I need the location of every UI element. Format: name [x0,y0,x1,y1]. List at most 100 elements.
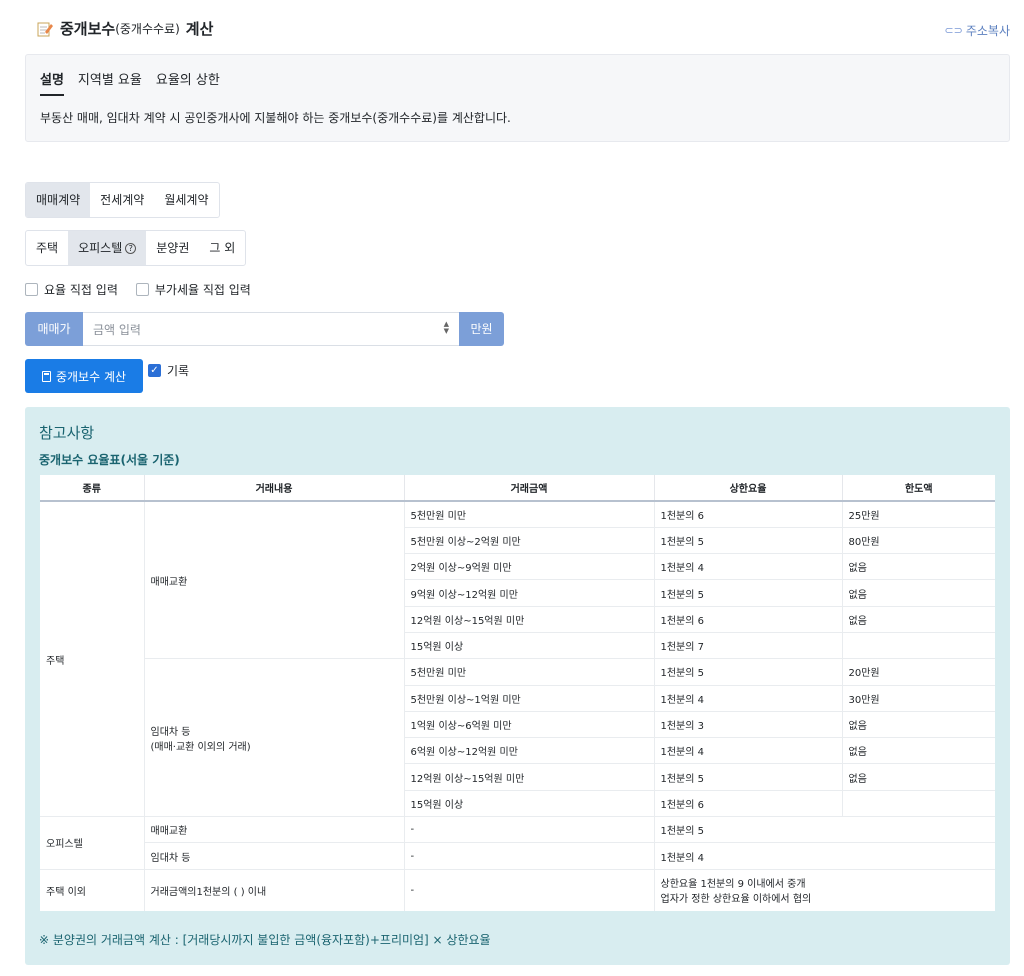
cell-rate: 1천분의 4 [654,684,843,712]
memo-icon [36,20,54,38]
cell-amount: 5천만원 미만 [404,500,655,528]
rate-manual-label: 요율 직접 입력 [44,283,118,297]
cell-amount: - [404,842,655,870]
cell-rate: 1천분의 5 [654,763,843,791]
record-check-box[interactable]: ✓ [148,364,161,377]
property-officetel-button[interactable]: 오피스텔? [68,231,147,265]
lease-sublabel: (매매·교환 이외의 거래) [150,741,251,753]
cell-limit: 30만원 [842,684,995,712]
option-checkboxes: 요율 직접 입력 부가세율 직접 입력 [25,281,251,298]
rate-manual-box[interactable] [25,283,38,296]
contract-jeonse-button[interactable]: 전세계약 [90,183,154,217]
title-tail: 계산 [185,20,214,38]
description-card: 설명 지역별 요율 요율의 상한 부동산 매매, 임대차 계약 시 공인중개사에… [25,54,1010,142]
cell-limit: 없음 [842,710,995,738]
header-rate: 상한요율 [654,475,843,502]
contract-sale-button[interactable]: 매매계약 [26,183,91,217]
header-type: 종류 [40,475,145,502]
property-presale-button[interactable]: 분양권 [146,231,199,265]
tab-description[interactable]: 설명 [40,69,64,96]
copy-address-link[interactable]: ⊂⊃ 주소복사 [944,22,1010,39]
cell-amount: 1억원 이상~6억원 미만 [404,710,655,738]
property-housing-button[interactable]: 주택 [26,231,68,265]
lease-label: 임대차 등 [150,726,191,738]
header-limit: 한도액 [842,475,995,502]
link-icon: ⊂⊃ [944,24,963,37]
reference-panel: 참고사항 중개보수 요율표(서울 기준) 종류 거래내용 거래금액 상한요율 한… [25,407,1010,965]
rate-table: 종류 거래내용 거래금액 상한요율 한도액 주택 매매교환 5천만원 미만 1천… [40,475,995,912]
cell-limit: 25만원 [842,500,995,528]
cell-rate: 1천분의 5 [654,526,843,554]
cell-rate: 1천분의 4 [654,842,995,870]
tab-rate-cap[interactable]: 요율의 상한 [156,69,220,96]
description-text: 부동산 매매, 임대차 계약 시 공인중개사에 지불해야 하는 중개보수(중개수… [40,111,511,125]
cell-limit [842,631,995,659]
cell-amount: 15억원 이상 [404,789,655,817]
property-other-button[interactable]: 그 외 [199,231,245,265]
amount-input-group: 매매가 금액 입력 ▲ ▼ 만원 [25,312,504,346]
cell-limit: 없음 [842,605,995,633]
vat-manual-checkbox[interactable]: 부가세율 직접 입력 [135,281,251,298]
cell-rate: 1천분의 6 [654,605,843,633]
rate-manual-checkbox[interactable]: 요율 직접 입력 [25,281,118,298]
cell-amount: 2억원 이상~9억원 미만 [404,553,655,580]
contract-monthly-button[interactable]: 월세계약 [154,183,218,217]
cell-rate: 1천분의 6 [654,789,843,817]
cell-rate: 1천분의 5 [654,658,843,686]
cell-rate: 상한요율 1천분의 9 이내에서 중개 업자가 정한 상한요율 이하에서 협의 [654,868,995,912]
cell-amount: 9억원 이상~12억원 미만 [404,579,655,607]
cell-rate: 1천분의 6 [654,500,843,528]
cell-limit: 20만원 [842,658,995,686]
help-icon[interactable]: ? [125,243,137,254]
cell-rate: 1천분의 7 [654,631,843,659]
cell-amount: 15억원 이상 [404,631,655,659]
cell-rate: 1천분의 5 [654,579,843,607]
number-spinner-icon[interactable]: ▲ ▼ [444,321,449,335]
table-row: 임대차 등 (매매·교환 이외의 거래) 5천만원 미만 1천분의 5 20만원 [40,658,995,817]
cell-trade: 매매교환 [144,500,405,659]
contract-type-group: 매매계약 전세계약 월세계약 [25,182,220,218]
amount-unit: 만원 [459,312,504,346]
vat-manual-label: 부가세율 직접 입력 [154,283,251,297]
calculate-button[interactable]: 중개보수 계산 [25,359,143,393]
cell-rate: 1천분의 4 [654,553,843,580]
other-rate-line2: 업자가 정한 상한요율 이하에서 협의 [660,894,812,906]
amount-input[interactable]: 금액 입력 ▲ ▼ [83,312,459,346]
cell-amount: 5천만원 미만 [404,658,655,686]
reference-subtitle: 중개보수 요율표(서울 기준) [39,453,180,467]
cell-amount: 6억원 이상~12억원 미만 [404,737,655,764]
cell-limit: 없음 [842,553,995,580]
cell-rate: 1천분의 4 [654,737,843,764]
calculator-icon [41,370,51,382]
cell-amount: 12억원 이상~15억원 미만 [404,605,655,633]
cell-amount: - [404,816,655,843]
table-row: 임대차 등 - 1천분의 4 [40,842,995,870]
title-sub: (중개수수료) [115,22,180,36]
reference-title: 참고사항 [39,424,95,442]
page-header: 중개보수 (중개수수료) 계산 ⊂⊃ 주소복사 [36,16,1010,44]
header-content: 거래내용 [144,475,405,502]
cell-limit: 없음 [842,579,995,607]
page-title: 중개보수 (중개수수료) 계산 [36,18,213,39]
cell-amount: 5천만원 이상~1억원 미만 [404,684,655,712]
cell-lease: 임대차 등 (매매·교환 이외의 거래) [144,658,405,817]
cell-rate: 1천분의 3 [654,710,843,738]
amount-prefix: 매매가 [25,312,83,346]
vat-manual-box[interactable] [135,283,149,296]
cell-other: 주택 이외 [40,868,145,912]
description-tabs: 설명 지역별 요율 요율의 상한 [40,69,234,96]
amount-placeholder: 금액 입력 [93,322,141,337]
record-checkbox[interactable]: ✓ 기록 [148,362,189,379]
property-type-group: 주택 오피스텔? 분양권 그 외 [25,230,247,266]
presale-note: ※ 분양권의 거래금액 계산 : [거래당시까지 불입한 금액(융자포함)+프리… [39,933,491,947]
table-row: 오피스텔 매매교환 - 1천분의 5 [40,816,995,870]
property-officetel-label: 오피스텔 [78,241,123,255]
table-row: 주택 이외 거래금액의1천분의 ( ) 이내 - 상한요율 1천분의 9 이내에… [40,868,995,912]
cell-amount: 12억원 이상~15억원 미만 [404,763,655,791]
cell-limit: 없음 [842,737,995,764]
header-amount: 거래금액 [404,475,655,502]
tab-regional-rates[interactable]: 지역별 요율 [78,69,142,96]
cell-amount: - [404,868,655,912]
calculate-label: 중개보수 계산 [55,369,127,384]
cell-rate: 1천분의 5 [654,816,995,843]
